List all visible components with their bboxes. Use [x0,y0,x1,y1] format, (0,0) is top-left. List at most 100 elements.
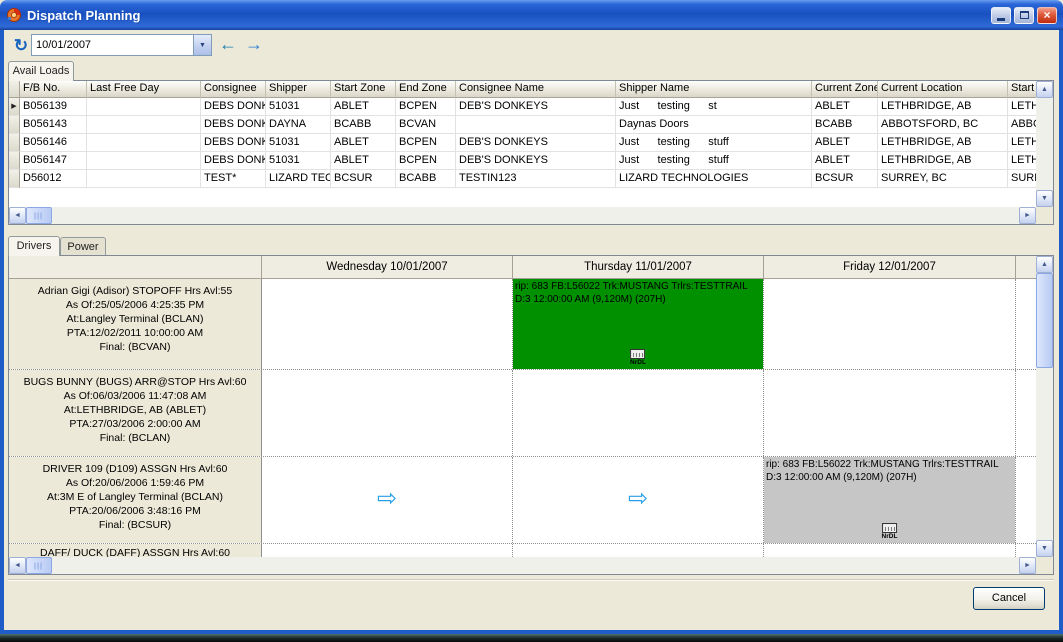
driver-info-cell[interactable]: DRIVER 109 (D109) ASSGN Hrs Avl:60 As Of… [9,457,262,543]
tab-avail-loads[interactable]: Avail Loads [8,61,74,81]
schedule-cell[interactable] [1016,457,1036,543]
cell-start-location: SURRE [1008,170,1036,188]
scroll-left-icon[interactable]: ◄ [9,207,26,224]
header-current-location[interactable]: Current Location [878,81,1008,98]
window-title: Dispatch Planning [27,8,988,23]
schedule-cell[interactable] [262,370,513,456]
scrollbar-thumb[interactable] [26,207,52,224]
dispatch-arrow-icon[interactable]: ⇨ [377,487,397,511]
driver-line: Final: (BCVAN) [9,340,261,354]
header-shipper-name[interactable]: Shipper Name [616,81,812,98]
loads-vertical-scrollbar[interactable]: ▲ ▼ [1036,81,1053,207]
scroll-down-icon[interactable]: ▼ [1036,190,1053,207]
driver-line: PTA:27/03/2006 2:00:00 AM [9,417,261,431]
header-last-free-day[interactable]: Last Free Day [87,81,201,98]
loads-horizontal-scrollbar[interactable]: ◄ ► [9,207,1036,224]
cell-end-zone: BCPEN [396,98,456,116]
previous-day-arrow-icon[interactable]: ← [216,33,240,57]
schedule-cell[interactable]: ⇨ [262,457,513,543]
scroll-up-icon[interactable]: ▲ [1036,81,1053,98]
trip-block-active[interactable]: rip: 683 FB:L56022 Trk:MUSTANG Trlrs:TES… [513,279,763,369]
driver-line: DAFF/ DUCK (DAFF) ASSGN Hrs Avl:60 [9,546,261,557]
schedule-cell[interactable]: rip: 683 FB:L56022 Trk:MUSTANG Trlrs:TES… [513,279,764,369]
chevron-down-icon[interactable]: ▼ [193,35,211,55]
header-end-zone[interactable]: End Zone [396,81,456,98]
date-combobox[interactable]: ▼ [31,34,212,56]
schedule-cell[interactable] [1016,279,1036,369]
schedule-cell[interactable] [764,370,1016,456]
cell-consignee-name: DEB'S DONKEYS [456,152,616,170]
cell-last-free-day [87,116,201,134]
date-input[interactable] [32,35,193,55]
driver-row: BUGS BUNNY (BUGS) ARR@STOP Hrs Avl:60 As… [9,370,1036,457]
scrollbar-thumb[interactable] [1036,273,1053,368]
schedule-cell[interactable] [1016,370,1036,456]
cell-start-zone: ABLET [331,98,396,116]
tab-drivers[interactable]: Drivers [8,236,60,256]
table-row[interactable]: B056143 DEBS DONKE DAYNA BCABB BCVAN Day… [9,116,1036,134]
schedule-cell[interactable] [764,279,1016,369]
header-fb-no[interactable]: F/B No. [20,81,87,98]
header-day-wednesday: Wednesday 10/01/2007 [262,256,513,279]
scroll-down-icon[interactable]: ▼ [1036,540,1053,557]
driver-info-cell[interactable]: DAFF/ DUCK (DAFF) ASSGN Hrs Avl:60 [9,544,262,557]
cell-current-location: LETHBRIDGE, AB [878,152,1008,170]
cell-current-zone: BCSUR [812,170,878,188]
cell-shipper-name: Just testing stuff [616,134,812,152]
schedule-cell[interactable] [513,370,764,456]
driver-line: DRIVER 109 (D109) ASSGN Hrs Avl:60 [9,462,261,476]
cell-current-location: LETHBRIDGE, AB [878,134,1008,152]
row-selector [9,152,20,170]
schedule-cell[interactable]: rip: 683 FB:L56022 Trk:MUSTANG Trlrs:TES… [764,457,1016,543]
schedule-horizontal-scrollbar[interactable]: ◄ ► [9,557,1036,574]
header-start-zone[interactable]: Start Zone [331,81,396,98]
scroll-right-icon[interactable]: ► [1019,207,1036,224]
tab-power[interactable]: Power [60,237,106,256]
scrollbar-thumb[interactable] [26,557,52,574]
row-selector-arrow: ▶ [9,98,20,116]
driver-line: Final: (BCSUR) [9,518,261,532]
cell-shipper: 51031 [266,134,331,152]
cell-start-location: LETHB [1008,152,1036,170]
close-button[interactable]: × [1037,7,1057,24]
next-day-arrow-icon[interactable]: → [242,33,266,57]
cell-end-zone: BCABB [396,170,456,188]
table-row[interactable]: ▶ B056139 DEBS DONKE 51031 ABLET BCPEN D… [9,98,1036,116]
trip-clock-icon [882,523,897,533]
header-start-location[interactable]: Start L [1008,81,1036,98]
driver-info-cell[interactable]: Adrian Gigi (Adisor) STOPOFF Hrs Avl:55 … [9,279,262,369]
cell-start-zone: BCSUR [331,170,396,188]
table-row[interactable]: B056147 DEBS DONKE 51031 ABLET BCPEN DEB… [9,152,1036,170]
scroll-up-icon[interactable]: ▲ [1036,256,1053,273]
driver-info-cell[interactable]: BUGS BUNNY (BUGS) ARR@STOP Hrs Avl:60 As… [9,370,262,456]
trip-line: D:3 12:00:00 AM (9,120M) (207H) [515,293,761,306]
trip-line: D:3 12:00:00 AM (9,120M) (207H) [766,471,1013,484]
header-consignee-name[interactable]: Consignee Name [456,81,616,98]
dispatch-arrow-icon[interactable]: ⇨ [628,487,648,511]
schedule-cell[interactable] [1016,544,1036,557]
driver-line: At:LETHBRIDGE, AB (ABLET) [9,403,261,417]
schedule-cell[interactable]: ⇨ [513,457,764,543]
maximize-button[interactable] [1014,7,1034,24]
driver-row: DAFF/ DUCK (DAFF) ASSGN Hrs Avl:60 [9,544,1036,557]
table-row[interactable]: B056146 DEBS DONKE 51031 ABLET BCPEN DEB… [9,134,1036,152]
header-consignee[interactable]: Consignee [201,81,266,98]
scroll-right-icon[interactable]: ► [1019,557,1036,574]
schedule-cell[interactable] [513,544,764,557]
header-selector [9,81,20,98]
cancel-button[interactable]: Cancel [973,587,1045,610]
cell-current-zone: ABLET [812,98,878,116]
trip-block-planned[interactable]: rip: 683 FB:L56022 Trk:MUSTANG Trlrs:TES… [764,457,1015,543]
scroll-left-icon[interactable]: ◄ [9,557,26,574]
schedule-cell[interactable] [262,544,513,557]
maximize-icon [1020,11,1029,19]
titlebar[interactable]: Dispatch Planning × [0,0,1063,30]
scrollbar-corner [1036,557,1053,574]
header-shipper[interactable]: Shipper [266,81,331,98]
minimize-button[interactable] [991,7,1011,24]
schedule-cell[interactable] [764,544,1016,557]
header-current-zone[interactable]: Current Zone [812,81,878,98]
schedule-cell[interactable] [262,279,513,369]
table-row[interactable]: D56012 TEST* LIZARD TEC BCSUR BCABB TEST… [9,170,1036,188]
schedule-vertical-scrollbar[interactable]: ▲ ▼ [1036,256,1053,557]
